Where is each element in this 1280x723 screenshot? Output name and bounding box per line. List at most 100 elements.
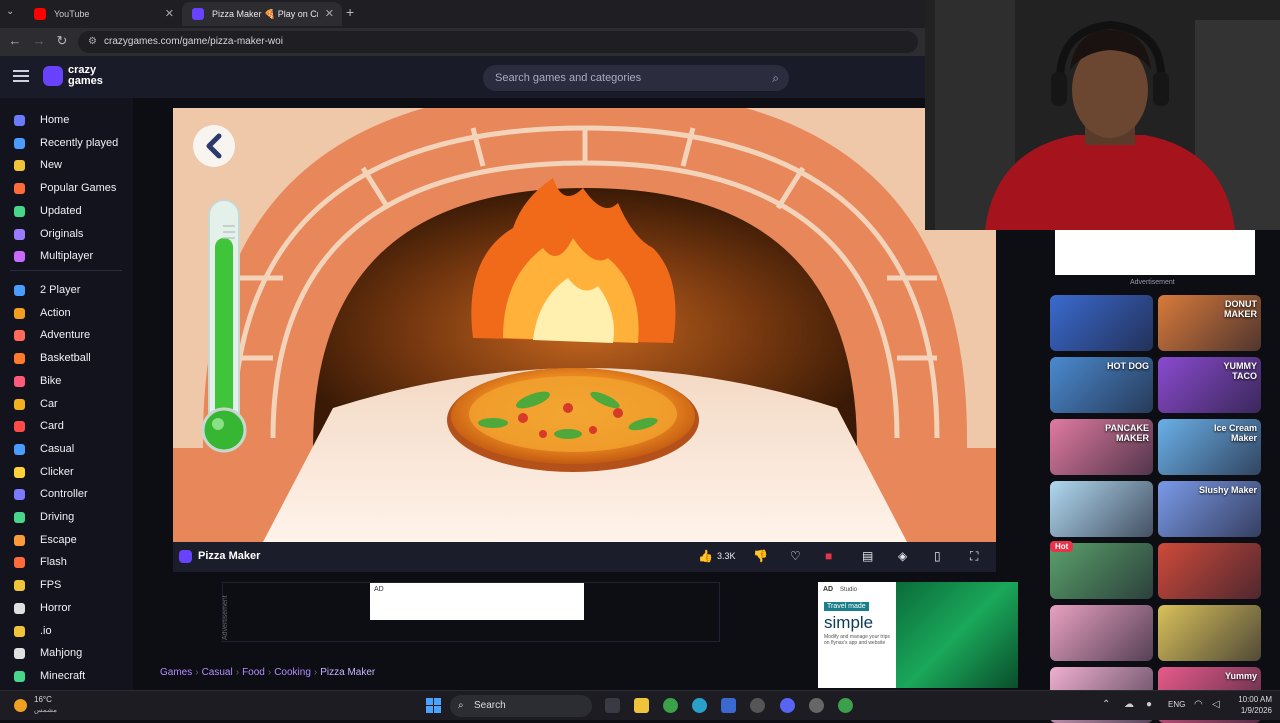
thumbs-up-icon[interactable]: 👍	[698, 549, 713, 563]
sidebar-item-action[interactable]: Action	[0, 302, 133, 324]
store-icon[interactable]	[721, 698, 736, 713]
close-icon[interactable]: ✕	[165, 7, 174, 20]
mobile-icon[interactable]: ▯	[934, 549, 941, 563]
sidebar-item-controller[interactable]: Controller	[0, 483, 133, 505]
tray-chevron-icon[interactable]: ⌃	[1102, 699, 1110, 710]
tab-search-icon[interactable]: ⌄	[6, 6, 20, 20]
top-right-ad[interactable]	[1055, 230, 1255, 275]
ad-vertical-label: Advertisement	[222, 595, 229, 640]
weather-icon[interactable]	[14, 699, 27, 712]
sidebar-item-multiplayer[interactable]: Multiplayer	[0, 245, 133, 267]
sidebar-item-minecraft[interactable]: Minecraft	[0, 665, 133, 687]
game-thumbnail[interactable]	[1050, 295, 1153, 351]
sword-icon	[14, 307, 25, 319]
reload-icon[interactable]: ↻	[53, 33, 71, 49]
sidebar-item-label: Card	[40, 420, 64, 433]
sidebar-item-originals[interactable]: Originals	[0, 223, 133, 245]
mic-icon[interactable]: ●	[1146, 699, 1152, 710]
language-indicator[interactable]: ENG	[1168, 700, 1185, 709]
sidebar-item-car[interactable]: Car	[0, 393, 133, 415]
game-thumbnail[interactable]: Slushy Maker	[1158, 481, 1261, 537]
sidebar-item-adventure[interactable]: Adventure	[0, 324, 133, 346]
refresh-icon	[14, 205, 25, 217]
back-icon[interactable]: ←	[6, 33, 24, 48]
edge-icon[interactable]	[692, 698, 707, 713]
sidebar-item-escape[interactable]: Escape	[0, 529, 133, 551]
game-canvas[interactable]	[173, 108, 996, 542]
onedrive-icon[interactable]: ☁	[1124, 699, 1134, 710]
game-thumbnail[interactable]	[1050, 605, 1153, 661]
breadcrumb-link[interactable]: Cooking	[274, 667, 311, 678]
search-icon[interactable]: ⌕	[772, 65, 779, 91]
sidebar-item-driving[interactable]: Driving	[0, 506, 133, 528]
tab-pizza-maker[interactable]: Pizza Maker 🍕 Play on Cra ✕	[182, 2, 342, 26]
crazygames-logo-icon[interactable]	[43, 66, 63, 86]
breadcrumb-separator: ›	[267, 667, 272, 678]
breadcrumb-link[interactable]: Food	[242, 667, 265, 678]
new-tab-button[interactable]: +	[346, 4, 354, 20]
forward-icon[interactable]: →	[30, 33, 48, 48]
ad-image	[896, 582, 1018, 688]
sidebar-item-casual[interactable]: Casual	[0, 438, 133, 460]
task-view-icon[interactable]	[605, 698, 620, 713]
back-arrow-button[interactable]	[193, 125, 235, 167]
game-thumbnail[interactable]	[1050, 481, 1153, 537]
game-thumbnail[interactable]: HOT DOG	[1050, 357, 1153, 413]
volume-icon[interactable]: ◁	[1212, 699, 1220, 710]
sidebar-item-2-player[interactable]: 2 Player	[0, 279, 133, 301]
game-thumbnail[interactable]: DONUT MAKER	[1158, 295, 1261, 351]
taskbar-search[interactable]: ⌕ Search	[450, 695, 592, 717]
banner-ad[interactable]: AD	[370, 583, 584, 620]
collection-icon[interactable]: ■	[825, 549, 832, 563]
wifi-icon[interactable]: ◠	[1194, 699, 1203, 710]
sidebar-item-bike[interactable]: Bike	[0, 370, 133, 392]
breadcrumb-link[interactable]: Games	[160, 667, 192, 678]
fullscreen-icon[interactable]: ⛶	[970, 549, 978, 564]
windows-start-icon[interactable]	[426, 698, 441, 713]
breadcrumb-link[interactable]: Pizza Maker	[320, 667, 375, 678]
sidebar-item-horror[interactable]: Horror	[0, 597, 133, 619]
game-thumbnail[interactable]: PANCAKE MAKER	[1050, 419, 1153, 475]
steam-icon[interactable]	[809, 698, 824, 713]
share-icon[interactable]: ◈	[898, 549, 907, 563]
search-input[interactable]: Search games and categories ⌕	[483, 65, 789, 91]
sidebar-item-flash[interactable]: Flash	[0, 551, 133, 573]
game-thumbnail[interactable]	[1158, 543, 1261, 599]
breadcrumb-link[interactable]: Casual	[202, 667, 233, 678]
menu-icon[interactable]	[13, 70, 29, 82]
site-logo-text[interactable]: crazy games	[68, 65, 128, 87]
sidebar-item-clicker[interactable]: Clicker	[0, 461, 133, 483]
heart-icon[interactable]: ♡	[790, 549, 801, 563]
clock-date[interactable]: 1/9/2026	[1232, 706, 1272, 715]
game-thumbnail[interactable]	[1158, 605, 1261, 661]
close-icon[interactable]: ✕	[325, 7, 334, 20]
sidebar-item-card[interactable]: Card	[0, 415, 133, 437]
sidebar-item-fps[interactable]: FPS	[0, 574, 133, 596]
side-ad[interactable]: AD Studio Travel made simple Modify and …	[818, 582, 1018, 688]
chrome-icon[interactable]	[663, 698, 678, 713]
game-thumbnail[interactable]: YUMMY TACO	[1158, 357, 1261, 413]
discord-icon[interactable]	[780, 698, 795, 713]
tab-youtube[interactable]: YouTube ✕	[24, 2, 182, 26]
sidebar-item-basketball[interactable]: Basketball	[0, 347, 133, 369]
game-thumbnail[interactable]: Ice Cream Maker	[1158, 419, 1261, 475]
ad-label: AD	[823, 586, 834, 593]
chrome-active-icon[interactable]	[838, 698, 853, 713]
sidebar-item-mahjong[interactable]: Mahjong	[0, 642, 133, 664]
thumbs-down-icon[interactable]: 👎	[753, 549, 768, 563]
sidebar-item-recently-played[interactable]: Recently played	[0, 132, 133, 154]
originals-icon	[14, 228, 25, 240]
site-info-icon[interactable]: ⚙	[88, 31, 97, 53]
sidebar-item-io[interactable]: .io	[0, 620, 133, 642]
feedback-icon[interactable]: ▤	[862, 549, 873, 563]
crazygames-icon	[192, 8, 204, 20]
sidebar-item-new[interactable]: New	[0, 154, 133, 176]
clock-time[interactable]: 10:00 AM	[1232, 695, 1272, 704]
url-field[interactable]: ⚙ crazygames.com/game/pizza-maker-woi	[78, 31, 918, 53]
breadcrumb-separator: ›	[313, 667, 318, 678]
sidebar-item-popular-games[interactable]: Popular Games	[0, 177, 133, 199]
file-explorer-icon[interactable]	[634, 698, 649, 713]
app-icon[interactable]	[750, 698, 765, 713]
sidebar-item-home[interactable]: Home	[0, 109, 133, 131]
sidebar-item-updated[interactable]: Updated	[0, 200, 133, 222]
